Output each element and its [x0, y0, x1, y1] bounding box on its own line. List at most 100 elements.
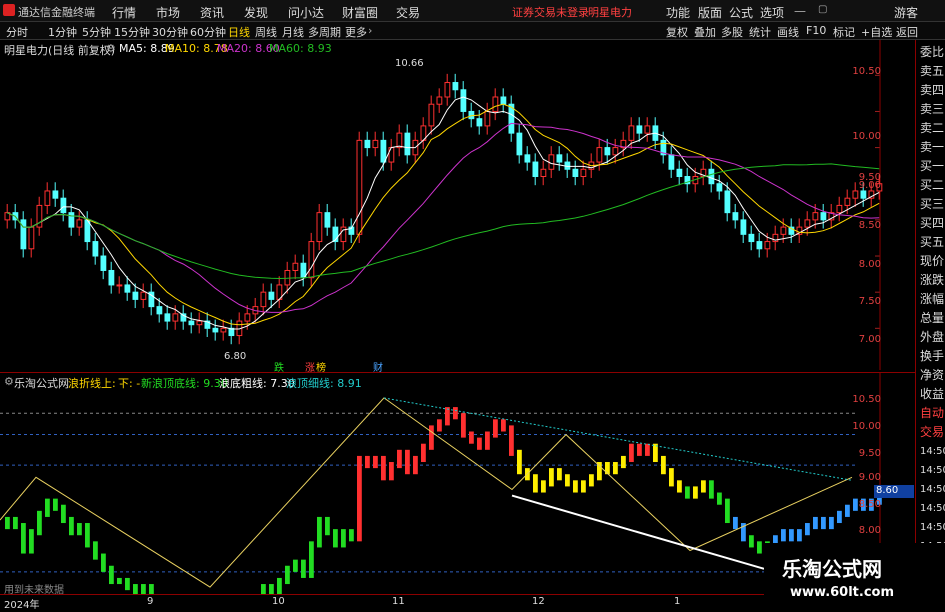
menu-formula[interactable]: 公式	[729, 4, 753, 21]
candle-body	[724, 190, 731, 214]
y-tick-sub: 8.50	[858, 499, 881, 510]
right-panel-item: 换手	[920, 349, 945, 363]
candle-body	[156, 306, 163, 315]
guest-label[interactable]: 游客	[894, 4, 918, 21]
candle-body	[524, 154, 531, 163]
wave-bar	[349, 529, 354, 542]
menu-market[interactable]: 市场	[156, 4, 180, 21]
wave-bar	[429, 425, 434, 450]
menu-quotes[interactable]: 行情	[112, 4, 136, 21]
candle-body	[732, 212, 739, 221]
candle-body	[836, 204, 843, 214]
chevron-down-icon[interactable]: ▢	[818, 4, 827, 15]
candle-body	[124, 284, 131, 293]
candlestick-chart[interactable]	[0, 40, 915, 370]
main-chart[interactable]: 明星电力(日线 前复权) ⚙ MA5: 8.89 MA10: 8.78 MA20…	[0, 40, 915, 374]
right-panel-item[interactable]: 14:50	[920, 500, 945, 517]
candle-body	[404, 132, 411, 156]
period-tab-8[interactable]: 月线	[282, 24, 304, 40]
menu-trade[interactable]: 交易	[396, 4, 420, 21]
period-toolbar: 分时 1分钟 5分钟 15分钟 30分钟 60分钟 日线 周线 月线 多周期 更…	[0, 22, 945, 40]
right-panel-item[interactable]: 交易	[920, 424, 945, 441]
wave-bar	[677, 480, 682, 493]
right-panel-item[interactable]: 14:50	[920, 481, 945, 498]
right-panel-item: 涨跌	[920, 273, 945, 287]
candle-body	[636, 125, 643, 134]
wave-zigzag-line	[0, 397, 853, 588]
login-alert[interactable]: 证券交易未登录	[512, 4, 589, 20]
period-tab-3[interactable]: 15分钟	[114, 24, 150, 40]
wave-bar	[389, 462, 394, 481]
tool-adjust[interactable]: 复权	[666, 24, 688, 40]
period-tab-1[interactable]: 1分钟	[48, 24, 77, 40]
right-quote-panel: 委比 卖五 卖四 卖三 卖二 卖一 买一 买二 买三 买四 买五 现价 涨跌 涨幅 总量 外盘 换手 净资 收益 自动…	[915, 40, 945, 609]
candle-body	[60, 197, 67, 214]
candle-body	[596, 147, 603, 163]
period-tab-4[interactable]: 30分钟	[152, 24, 188, 40]
right-panel-item: 卖一	[920, 140, 945, 154]
menu-options[interactable]: 选项	[760, 4, 784, 21]
right-panel-item: 总量	[920, 311, 945, 325]
y-tick-main: 8.00	[858, 259, 881, 270]
period-tab-2[interactable]: 5分钟	[82, 24, 111, 40]
tool-draw[interactable]: 画线	[777, 24, 799, 40]
candle-body	[372, 139, 379, 149]
period-tab-0[interactable]: 分时	[6, 24, 28, 40]
tool-stats[interactable]: 统计	[749, 24, 771, 40]
menu-wealth[interactable]: 财富圈	[342, 4, 378, 21]
y-tick-main: 10.50	[852, 66, 881, 77]
y-tick-sub: 8.00	[858, 525, 881, 536]
menu-function[interactable]: 功能	[666, 4, 690, 21]
y-tick-main: 8.50	[858, 220, 881, 231]
candle-body	[780, 226, 787, 235]
wave-bar	[717, 492, 722, 505]
tool-back[interactable]: 返回	[896, 24, 918, 40]
wave-bar	[21, 523, 26, 554]
menu-news[interactable]: 资讯	[200, 4, 224, 21]
tool-multi[interactable]: 多股	[721, 24, 743, 40]
candle-body	[644, 125, 651, 134]
chevron-right-icon[interactable]: ›	[368, 24, 372, 37]
tool-add-watch[interactable]: +自选	[861, 24, 892, 40]
candle-body	[500, 96, 507, 105]
tool-f10[interactable]: F10	[806, 24, 826, 37]
right-panel-item[interactable]: 14:50	[920, 462, 945, 479]
period-tab-5[interactable]: 60分钟	[190, 24, 226, 40]
sub-settings-icon[interactable]: ⚙	[4, 375, 14, 388]
period-tab-9[interactable]: 多周期	[308, 24, 341, 40]
right-panel-item[interactable]: 14:50	[920, 519, 945, 536]
wave-bar	[549, 468, 554, 487]
period-tab-6[interactable]: 日线	[228, 24, 250, 40]
right-panel-item: 收益	[920, 387, 945, 401]
candle-body	[860, 190, 867, 199]
candle-body	[316, 212, 323, 243]
wave-bar	[85, 523, 90, 548]
title-bar: 通达信金融终端 行情 市场 资讯 发现 问小达 财富圈 交易 证券交易未登录 明…	[0, 0, 945, 22]
candle-body	[52, 190, 59, 199]
menu-layout[interactable]: 版面	[698, 4, 722, 21]
candle-body	[580, 168, 587, 178]
tool-mark[interactable]: 标记	[833, 24, 855, 40]
minimize-icon[interactable]: —	[794, 4, 806, 18]
right-panel-item[interactable]: 自动	[920, 405, 945, 422]
settings-gear-icon[interactable]: ⚙	[106, 42, 116, 55]
sub-legend-0: 浪折线上: -	[68, 377, 124, 390]
wave-bar	[829, 516, 834, 530]
right-panel-item[interactable]: 14:50	[920, 443, 945, 460]
app-logo-icon	[3, 4, 15, 16]
tool-overlay[interactable]: 叠加	[694, 24, 716, 40]
candle-body	[804, 219, 811, 228]
right-panel-item: 卖五	[920, 64, 945, 78]
wave-bar	[77, 523, 82, 536]
period-tab-10[interactable]: 更多	[345, 24, 367, 40]
menu-ask[interactable]: 问小达	[288, 4, 324, 21]
app-title: 通达信金融终端	[18, 6, 95, 19]
stock-alert[interactable]: 明星电力	[588, 4, 632, 20]
candle-body	[676, 168, 683, 178]
watermark-name: 乐淘公式网	[782, 557, 882, 581]
wave-bar	[733, 516, 738, 530]
menu-discover[interactable]: 发现	[244, 4, 268, 21]
wave-bar	[485, 431, 490, 450]
y-tick-sub: 9.50	[858, 448, 881, 459]
period-tab-7[interactable]: 周线	[255, 24, 277, 40]
